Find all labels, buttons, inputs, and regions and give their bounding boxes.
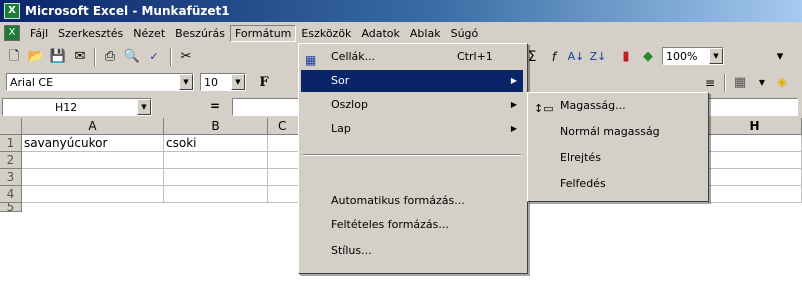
menu-help[interactable]: Súgó: [446, 25, 484, 42]
window-title: Microsoft Excel - Munkafüzet1: [25, 4, 230, 18]
font-size-combo[interactable]: 10 ▼: [200, 73, 246, 91]
name-box[interactable]: H12 ▼: [2, 98, 152, 116]
menu-item-autoformat[interactable]: Automatikus formázás...: [301, 190, 523, 212]
submenu-arrow-icon: ▶: [510, 124, 517, 133]
cells-format-icon: ▦: [305, 53, 317, 67]
cell[interactable]: [708, 169, 802, 186]
menu-separator: [303, 154, 521, 156]
chevron-down-icon[interactable]: ▼: [752, 73, 772, 93]
row-header-1[interactable]: 1: [0, 135, 22, 152]
cell[interactable]: [164, 169, 268, 186]
print-preview-icon[interactable]: 🔍: [122, 47, 142, 67]
chart-wizard-icon[interactable]: ▮: [616, 47, 636, 67]
menu-edit[interactable]: Szerkesztés: [53, 25, 128, 42]
function-icon[interactable]: f: [544, 47, 564, 67]
menu-view[interactable]: Nézet: [128, 25, 170, 42]
row-header-5[interactable]: 5: [0, 203, 22, 212]
cell[interactable]: [708, 135, 802, 152]
menu-insert[interactable]: Beszúrás: [170, 25, 230, 42]
print-icon[interactable]: ⎙: [100, 47, 120, 67]
workbook-icon[interactable]: X: [4, 25, 20, 41]
row-header-4[interactable]: 4: [0, 186, 22, 203]
select-all-corner[interactable]: [0, 118, 22, 135]
submenu-item-height[interactable]: ↕▭ Magasság...: [530, 95, 704, 117]
column-header-b[interactable]: B: [164, 118, 268, 135]
chevron-down-icon[interactable]: ▾: [770, 47, 790, 67]
sort-descending-icon[interactable]: Z↓: [588, 47, 608, 67]
bold-button[interactable]: F: [254, 73, 274, 93]
cell[interactable]: [22, 152, 164, 169]
align-right-icon[interactable]: ≡: [700, 73, 720, 93]
font-size-value: 10: [204, 76, 218, 89]
cell-a1[interactable]: savanyúcukor: [22, 135, 164, 152]
chevron-down-icon[interactable]: ▼: [231, 74, 245, 90]
toolbar-separator: [170, 48, 172, 66]
menu-item-style[interactable]: Stílus...: [301, 240, 523, 262]
row-submenu: ↕▭ Magasság... Normál magasság Elrejtés …: [527, 92, 709, 202]
drawing-icon[interactable]: ◆: [638, 47, 658, 67]
cell[interactable]: [164, 186, 268, 203]
cut-icon[interactable]: ✂: [176, 47, 196, 67]
menu-item-conditional-formatting[interactable]: Feltételes formázás...: [301, 214, 523, 236]
cell[interactable]: [22, 186, 164, 203]
row-header-2[interactable]: 2: [0, 152, 22, 169]
menu-item-row[interactable]: Sor ▶: [301, 70, 523, 92]
menu-item-column[interactable]: Oszlop ▶: [301, 94, 523, 116]
new-document-icon[interactable]: 🗋: [4, 47, 24, 67]
submenu-item-autofit[interactable]: Normál magasság: [530, 121, 704, 143]
name-box-value: H12: [55, 101, 78, 114]
menu-format[interactable]: Formátum: [229, 24, 297, 42]
zoom-combo[interactable]: 100% ▼: [662, 47, 724, 65]
row-height-icon: ↕▭: [534, 102, 554, 115]
cell-b1[interactable]: csoki: [164, 135, 268, 152]
zoom-value: 100%: [666, 50, 698, 63]
email-icon[interactable]: ✉: [70, 47, 90, 67]
chevron-down-icon[interactable]: ▼: [137, 99, 151, 115]
submenu-arrow-icon: ▶: [510, 76, 517, 85]
font-name-combo[interactable]: Arial CE ▼: [6, 73, 194, 91]
font-name-value: Arial CE: [10, 76, 54, 89]
fill-color-icon[interactable]: ◈: [772, 73, 792, 93]
column-header-a[interactable]: A: [22, 118, 164, 135]
chevron-down-icon[interactable]: ▼: [709, 48, 723, 64]
menu-file[interactable]: Fájl: [25, 25, 53, 42]
formula-equals[interactable]: =: [210, 99, 220, 113]
menu-item-sheet[interactable]: Lap ▶: [301, 118, 523, 140]
submenu-item-hide[interactable]: Elrejtés: [530, 147, 704, 169]
menu-window[interactable]: Ablak: [405, 25, 446, 42]
cell[interactable]: [164, 152, 268, 169]
menu-item-cells[interactable]: ▦ Cellák... Ctrl+1: [301, 46, 523, 68]
spelling-icon[interactable]: ✓: [144, 47, 164, 67]
borders-icon[interactable]: ▦: [730, 73, 750, 93]
open-folder-icon[interactable]: 📂: [26, 47, 46, 67]
cell[interactable]: [22, 169, 164, 186]
title-bar: X Microsoft Excel - Munkafüzet1: [0, 0, 802, 22]
menu-data[interactable]: Adatok: [356, 25, 404, 42]
toolbar-separator: [94, 48, 96, 66]
save-disk-icon[interactable]: 💾: [48, 47, 68, 67]
submenu-arrow-icon: ▶: [510, 100, 517, 109]
menu-bar: X Fájl Szerkesztés Nézet Beszúrás Formát…: [0, 22, 802, 44]
column-header-h[interactable]: H: [708, 118, 802, 135]
excel-app-icon[interactable]: X: [4, 3, 20, 19]
cell[interactable]: [708, 186, 802, 203]
sort-ascending-icon[interactable]: A↓: [566, 47, 586, 67]
row-header-3[interactable]: 3: [0, 169, 22, 186]
cell[interactable]: [708, 152, 802, 169]
chevron-down-icon[interactable]: ▼: [179, 74, 193, 90]
format-menu: ▦ Cellák... Ctrl+1 Sor ▶ Oszlop ▶ Lap ▶ …: [298, 43, 528, 274]
submenu-item-unhide[interactable]: Felfedés: [530, 173, 704, 195]
menu-tools[interactable]: Eszközök: [296, 25, 356, 42]
toolbar-separator: [724, 74, 726, 92]
